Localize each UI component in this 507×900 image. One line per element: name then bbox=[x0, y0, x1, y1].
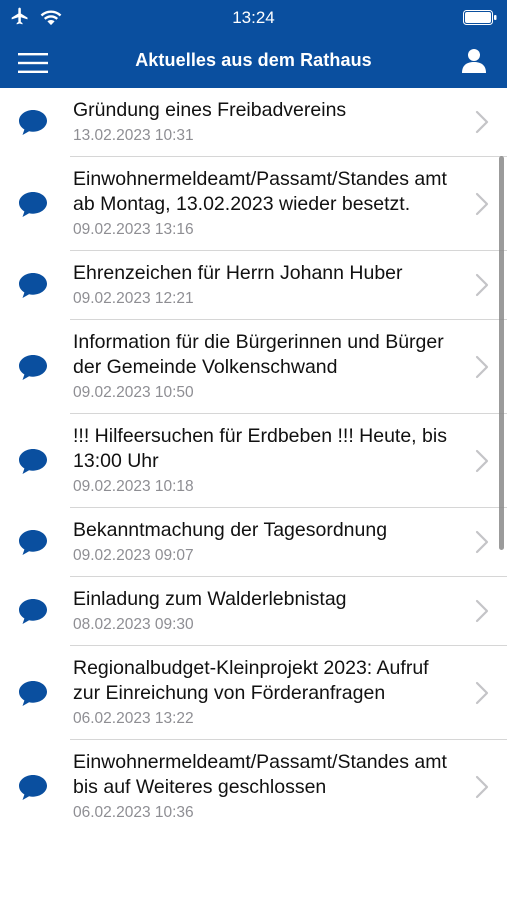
speech-bubble-icon bbox=[19, 448, 47, 474]
news-title: Information für die Bürgerinnen und Bürg… bbox=[73, 331, 444, 378]
status-bar: 13:24 bbox=[0, 0, 507, 36]
news-date: 09.02.2023 10:18 bbox=[73, 478, 194, 495]
news-date: 09.02.2023 09:07 bbox=[73, 547, 194, 564]
speech-bubble-icon bbox=[19, 530, 47, 555]
news-list-item[interactable]: Information für die Bürgerinnen und Bürg… bbox=[19, 320, 507, 414]
speech-bubble-icon bbox=[19, 599, 47, 624]
chevron-right-icon bbox=[475, 775, 489, 798]
news-date: 13.02.2023 10:31 bbox=[73, 127, 194, 144]
speech-bubble-icon bbox=[19, 354, 47, 380]
chevron-right-icon bbox=[475, 273, 489, 297]
news-date: 08.02.2023 09:30 bbox=[73, 616, 194, 633]
news-date: 06.02.2023 10:36 bbox=[73, 804, 194, 821]
news-date: 09.02.2023 12:21 bbox=[73, 290, 194, 307]
speech-bubble-icon bbox=[19, 191, 47, 217]
chevron-right-icon bbox=[475, 192, 489, 215]
news-title: Ehrenzeichen für Herrn Johann Huber bbox=[73, 262, 403, 284]
news-list-item[interactable]: Gründung eines Freibadvereins 13.02.2023… bbox=[19, 88, 507, 157]
battery-icon bbox=[463, 10, 497, 25]
user-icon[interactable] bbox=[461, 48, 487, 74]
app-screen: 13:24 Aktuelles aus dem Rathaus Gründung… bbox=[0, 0, 507, 900]
news-list-item[interactable]: Ehrenzeichen für Herrn Johann Huber 09.0… bbox=[19, 251, 507, 320]
news-list-item[interactable]: !!! Hilfeersuchen für Erdbeben !!! Heute… bbox=[19, 414, 507, 508]
news-list-item[interactable]: Bekanntmachung der Tagesordnung 09.02.20… bbox=[19, 508, 507, 577]
news-title: Gründung eines Freibadvereins bbox=[73, 99, 347, 121]
news-title: Einladung zum Walderlebnistag bbox=[73, 588, 347, 610]
news-title: Regionalbudget-Kleinprojekt 2023: Aufruf… bbox=[73, 657, 429, 704]
chevron-right-icon bbox=[475, 530, 489, 554]
page-title: Aktuelles aus dem Rathaus bbox=[135, 50, 372, 70]
speech-bubble-icon bbox=[19, 110, 47, 135]
chevron-right-icon bbox=[475, 681, 489, 704]
speech-bubble-icon bbox=[19, 680, 47, 706]
news-date: 06.02.2023 13:22 bbox=[73, 710, 194, 727]
news-title: Bekanntmachung der Tagesordnung bbox=[73, 519, 388, 541]
scrollbar[interactable] bbox=[499, 156, 504, 550]
chevron-right-icon bbox=[475, 599, 489, 623]
news-list-item[interactable]: Einladung zum Walderlebnistag 08.02.2023… bbox=[19, 577, 507, 646]
news-list: Gründung eines Freibadvereins 13.02.2023… bbox=[0, 88, 507, 833]
chevron-right-icon bbox=[475, 449, 489, 472]
chevron-right-icon bbox=[475, 355, 489, 378]
status-time: 13:24 bbox=[232, 8, 275, 27]
news-title: Einwohnermeldeamt/Passamt/Standes amt ab… bbox=[73, 168, 447, 215]
news-list-item[interactable]: Regionalbudget-Kleinprojekt 2023: Aufruf… bbox=[19, 646, 507, 740]
news-date: 09.02.2023 13:16 bbox=[73, 221, 194, 238]
news-title: Einwohnermeldeamt/Passamt/Standes amt bi… bbox=[73, 751, 447, 798]
news-list-item[interactable]: Einwohnermeldeamt/Passamt/Standes amt bi… bbox=[19, 740, 507, 833]
speech-bubble-icon bbox=[19, 774, 47, 800]
navigation-bar: Aktuelles aus dem Rathaus bbox=[0, 36, 507, 88]
news-list-item[interactable]: Einwohnermeldeamt/Passamt/Standes amt ab… bbox=[19, 157, 507, 251]
speech-bubble-icon bbox=[19, 273, 47, 298]
chevron-right-icon bbox=[475, 110, 489, 134]
news-date: 09.02.2023 10:50 bbox=[73, 384, 194, 401]
news-title: !!! Hilfeersuchen für Erdbeben !!! Heute… bbox=[73, 425, 447, 472]
